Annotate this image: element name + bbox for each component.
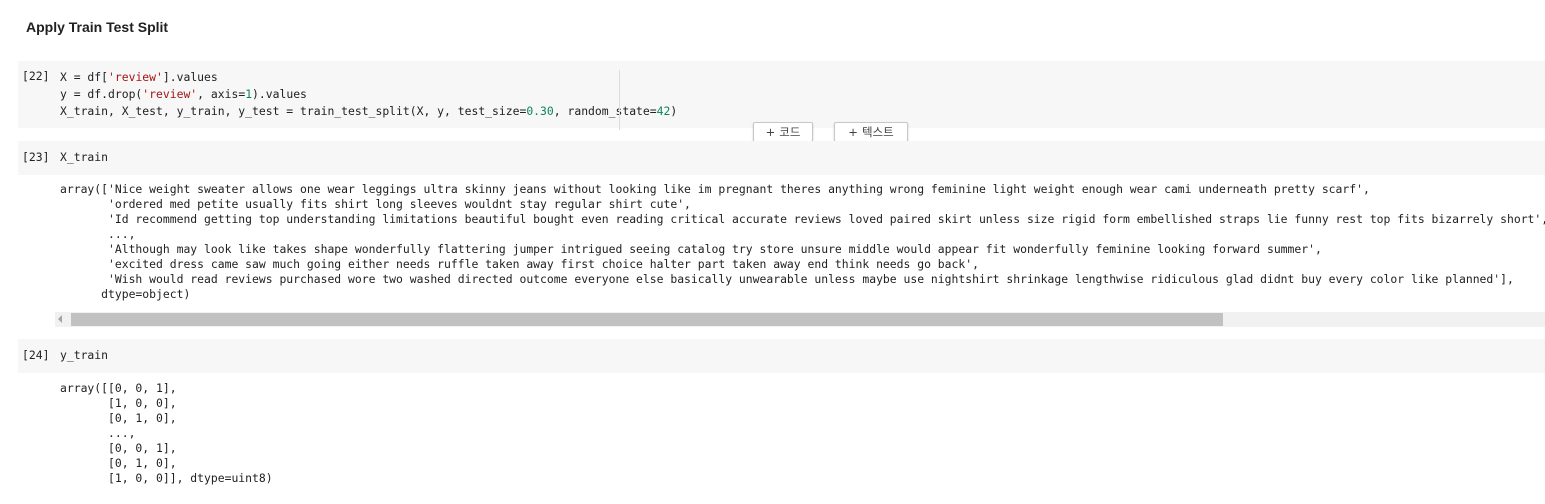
code-text: X_train, X_test, y_train, y_test = train… — [60, 104, 527, 118]
add-text-label: 텍스트 — [861, 125, 894, 139]
scroll-left-icon[interactable] — [58, 315, 62, 323]
output-horizontal-scrollbar[interactable] — [55, 312, 1545, 327]
column-ruler — [619, 70, 620, 130]
add-code-button[interactable]: + 코드 — [753, 122, 813, 142]
execution-count-23: [23] — [22, 150, 50, 164]
code-cell-24[interactable]: [24] y_train — [18, 339, 1545, 373]
add-text-button[interactable]: + 텍스트 — [834, 122, 908, 142]
code-text: y = df.drop( — [60, 87, 143, 101]
notebook: Apply Train Test Split [22] X = df['revi… — [0, 0, 1545, 504]
string-literal: 'review' — [108, 70, 163, 84]
scrollbar-thumb[interactable] — [71, 313, 1223, 326]
code-text: X = df[ — [60, 70, 109, 84]
number-literal: 42 — [656, 104, 671, 118]
output-24: array([[0, 0, 1], [1, 0, 0], [0, 1, 0], … — [60, 381, 273, 485]
add-code-label: 코드 — [779, 125, 801, 139]
plus-icon: + — [848, 125, 858, 139]
execution-count-22: [22] — [22, 69, 50, 83]
code-text: ) — [670, 104, 678, 118]
code-editor-22[interactable]: X = df['review'].values y = df.drop('rev… — [60, 69, 677, 120]
output-23: array(['Nice weight sweater allows one w… — [60, 182, 1545, 301]
code-editor-23[interactable]: X_train — [60, 149, 108, 166]
number-literal: 0.30 — [526, 104, 554, 118]
execution-count-24: [24] — [22, 348, 50, 362]
code-cell-23[interactable]: [23] X_train — [18, 141, 1545, 175]
section-heading: Apply Train Test Split — [26, 19, 169, 35]
code-text: ).values — [252, 87, 307, 101]
code-text: ].values — [162, 70, 218, 84]
plus-icon: + — [765, 125, 776, 139]
code-text: , random_state= — [553, 104, 657, 118]
code-cell-22[interactable]: [22] X = df['review'].values y = df.drop… — [18, 61, 1545, 130]
code-text: , axis= — [197, 87, 246, 101]
string-literal: 'review' — [142, 87, 198, 101]
code-editor-24[interactable]: y_train — [60, 347, 108, 364]
